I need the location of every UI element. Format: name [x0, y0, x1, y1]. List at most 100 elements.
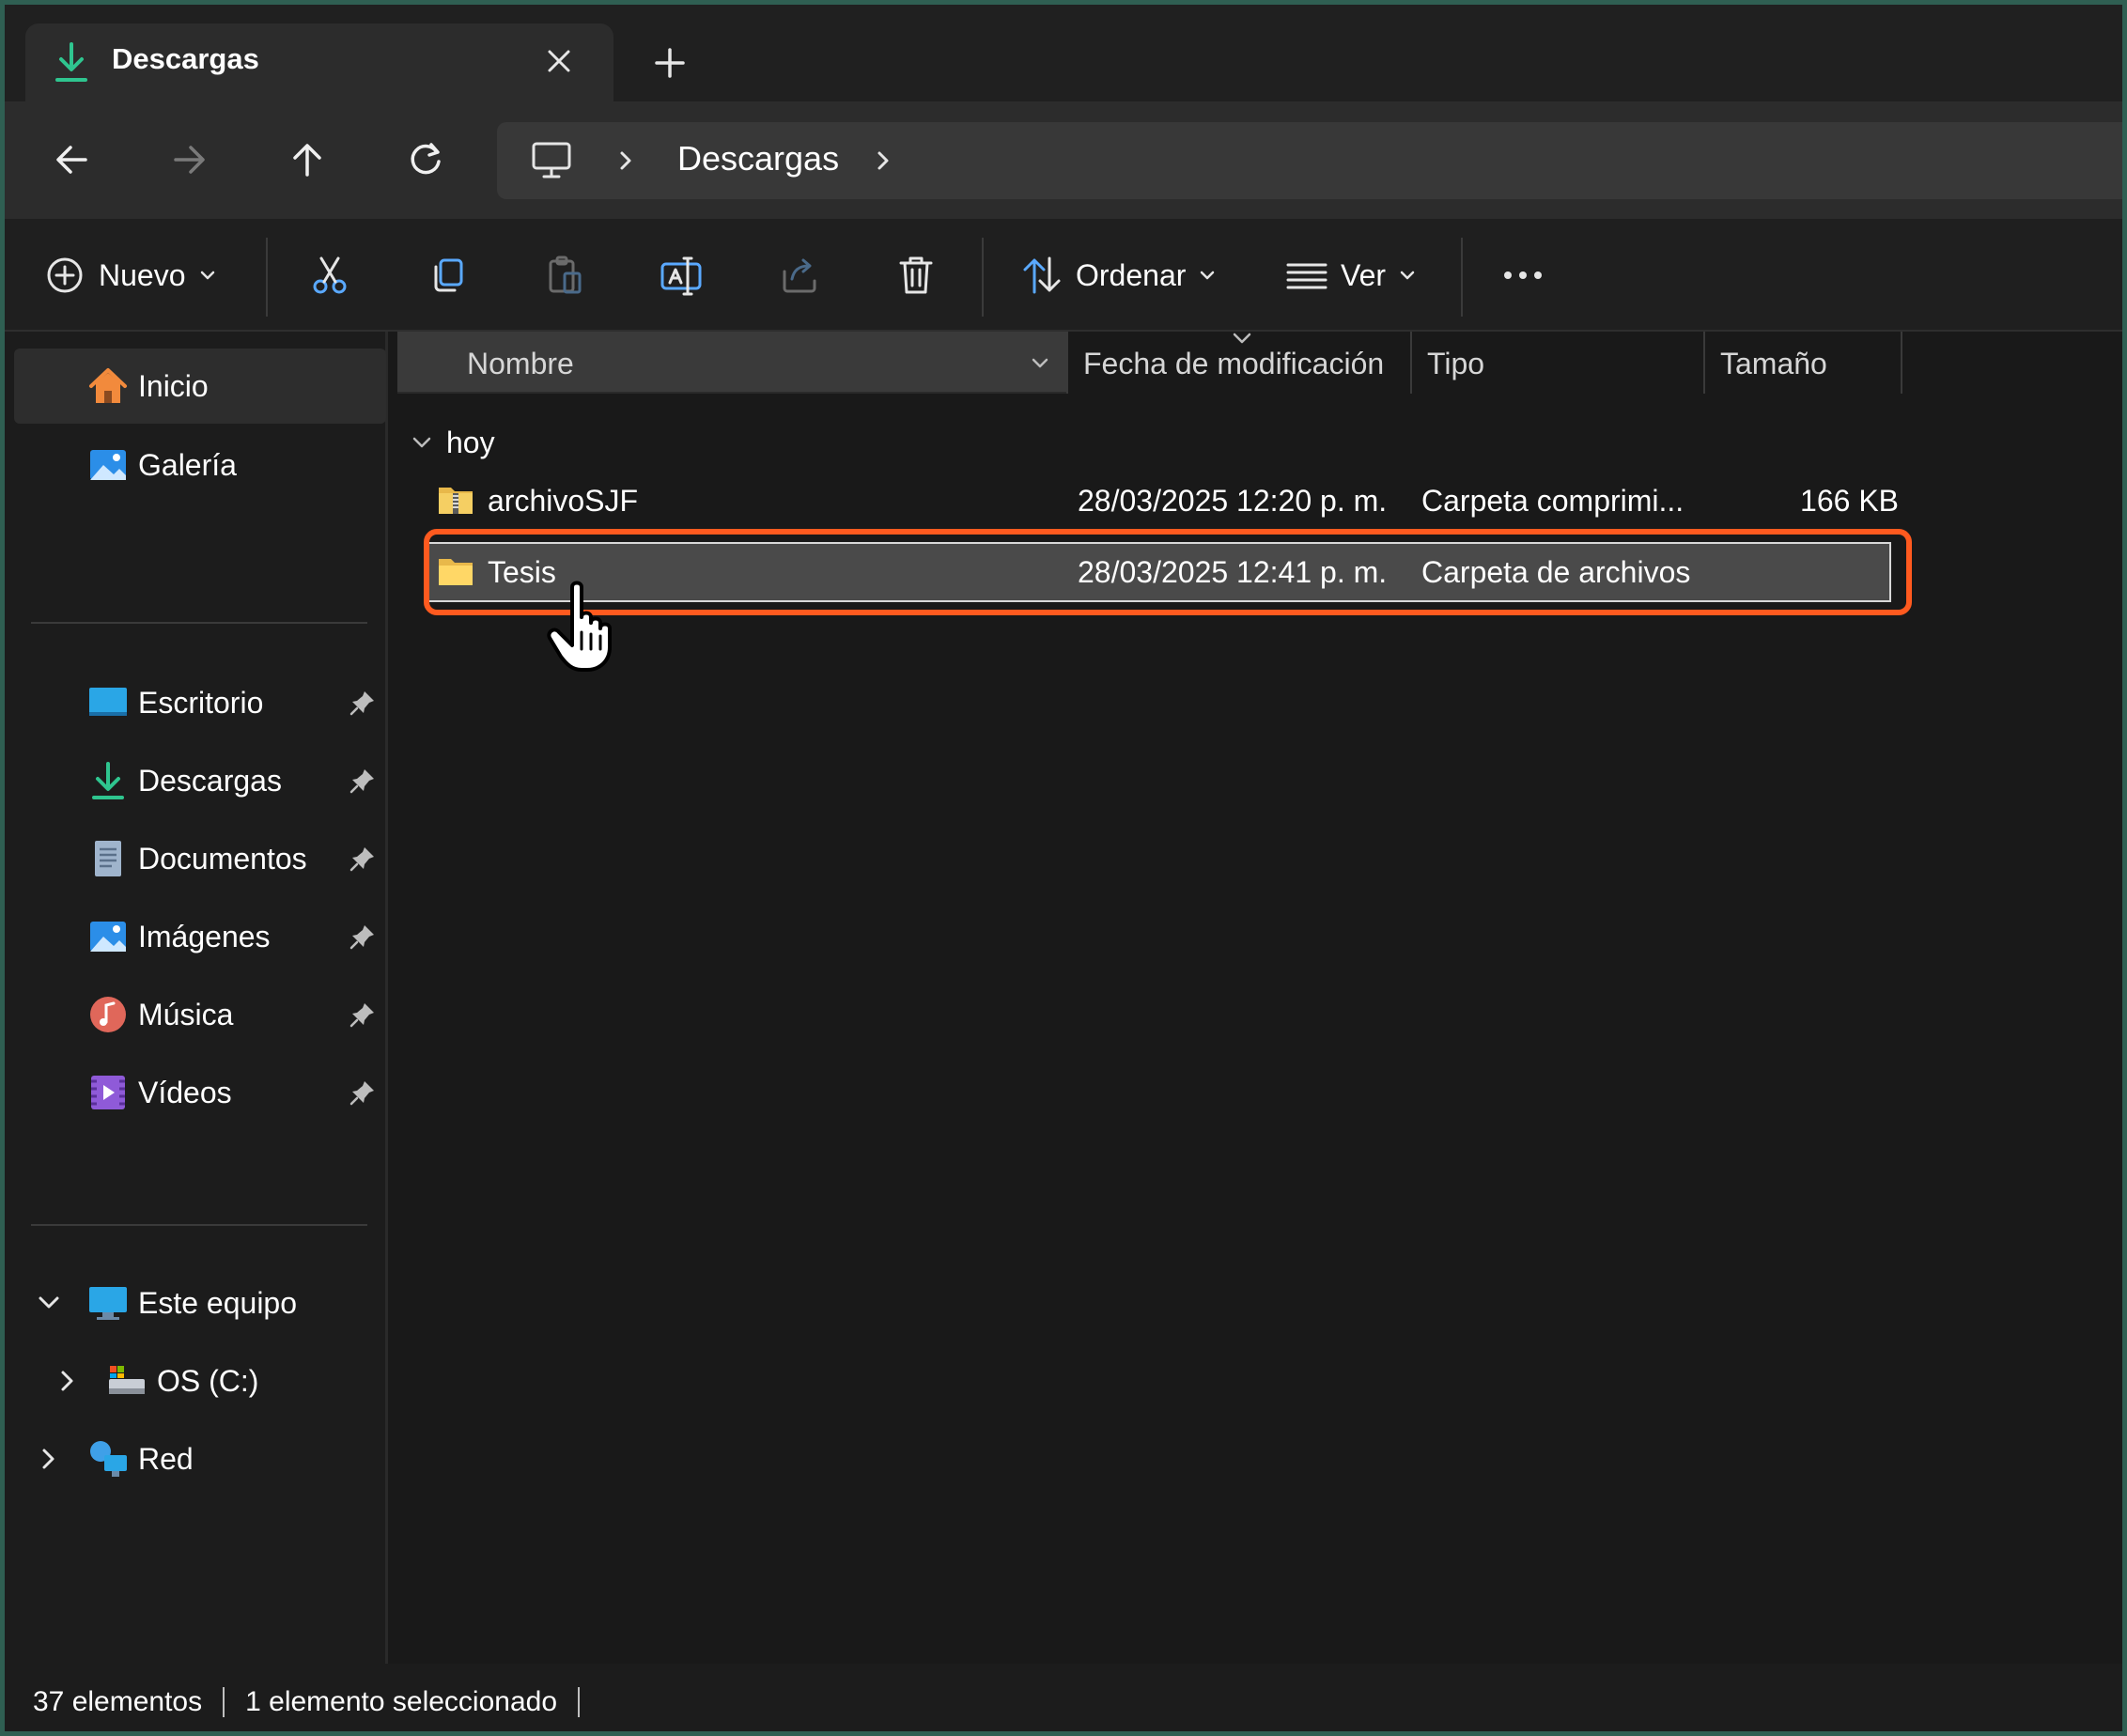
- command-bar: Nuevo Ordenar Ver: [5, 219, 2122, 332]
- arrow-right-icon[interactable]: [166, 137, 211, 182]
- view-button[interactable]: Ver: [1284, 253, 1418, 298]
- column-divider[interactable]: [1901, 332, 1902, 394]
- sidebar-item-descargas[interactable]: Descargas: [14, 743, 386, 818]
- sort-icon: [1023, 256, 1061, 294]
- documents-icon: [95, 841, 121, 876]
- videos-icon: [91, 1076, 125, 1109]
- rename-icon: [660, 256, 702, 296]
- refresh-icon[interactable]: [403, 137, 448, 182]
- sidebar-item-este-equipo[interactable]: Este equipo: [14, 1265, 386, 1341]
- chevron-right-icon[interactable]: [615, 148, 636, 173]
- column-name[interactable]: Nombre: [397, 332, 1066, 394]
- sidebar-item-label: Imágenes: [138, 919, 271, 953]
- sidebar-item-red[interactable]: Red: [14, 1421, 386, 1496]
- pin-icon[interactable]: [349, 1000, 377, 1029]
- arrow-left-icon[interactable]: [50, 137, 95, 182]
- chevron-right-icon[interactable]: [54, 1367, 82, 1395]
- tab-descargas[interactable]: Descargas: [25, 23, 613, 101]
- selection-highlight-annotation: [424, 529, 1912, 615]
- sidebar-item-inicio[interactable]: Inicio: [14, 349, 386, 424]
- chevron-right-icon[interactable]: [873, 148, 893, 173]
- more-icon: [1504, 271, 1542, 279]
- pin-icon[interactable]: [349, 922, 377, 951]
- toolbar-divider: [1461, 238, 1463, 317]
- home-icon: [89, 368, 127, 403]
- delete-icon: [899, 256, 933, 294]
- file-date: 28/03/2025 12:20 p. m.: [1078, 484, 1388, 518]
- chevron-down-icon[interactable]: [35, 1289, 63, 1317]
- arrow-up-icon[interactable]: [285, 137, 330, 182]
- column-name-label: Nombre: [467, 347, 574, 380]
- view-button-label: Ver: [1341, 257, 1387, 292]
- file-explorer-window: Descargas Descargas Nuevo Ordenar Ver In…: [0, 0, 2127, 1736]
- column-date[interactable]: Fecha de modificación: [1083, 347, 1384, 381]
- address-bar[interactable]: Descargas: [497, 122, 2122, 199]
- music-icon: [90, 997, 126, 1032]
- sidebar-item-label: Música: [138, 997, 234, 1031]
- column-divider[interactable]: [1410, 332, 1412, 394]
- file-name[interactable]: archivoSJF: [488, 484, 638, 519]
- share-icon: [783, 258, 816, 293]
- rename-button[interactable]: [659, 253, 704, 298]
- sort-caret-icon: [1233, 333, 1251, 344]
- computer-icon: [89, 1287, 127, 1320]
- copy-button[interactable]: [426, 253, 471, 298]
- plus-icon[interactable]: [651, 44, 689, 82]
- sidebar-divider: [31, 622, 367, 624]
- sidebar-item-os-c[interactable]: OS (C:): [14, 1343, 386, 1418]
- group-header-hoy[interactable]: hoy: [409, 422, 495, 463]
- pin-icon[interactable]: [349, 845, 377, 873]
- column-header: Nombre Fecha de modificación Tipo Tamaño: [397, 332, 1902, 394]
- file-row[interactable]: archivoSJF 28/03/2025 12:20 p. m. Carpet…: [426, 471, 1899, 531]
- sidebar-item-label: OS (C:): [157, 1363, 259, 1398]
- chevron-down-icon[interactable]: [1029, 352, 1051, 373]
- view-list-icon: [1286, 263, 1327, 289]
- sort-button[interactable]: Ordenar: [1019, 253, 1218, 298]
- sidebar-item-musica[interactable]: Música: [14, 977, 386, 1052]
- tab-title: Descargas: [112, 42, 259, 75]
- computer-outline-icon[interactable]: [531, 141, 572, 180]
- gallery-icon: [90, 450, 126, 480]
- toolbar-divider: [982, 238, 984, 317]
- chevron-down-icon[interactable]: [409, 429, 435, 456]
- pin-icon[interactable]: [349, 689, 377, 717]
- sidebar-item-label: Galería: [138, 447, 237, 482]
- cut-button[interactable]: [307, 253, 352, 298]
- pin-icon[interactable]: [349, 767, 377, 795]
- chevron-down-icon: [200, 271, 214, 280]
- column-divider[interactable]: [1703, 332, 1705, 394]
- item-count: 37 elementos: [33, 1686, 203, 1717]
- plus-circle-icon: [47, 257, 83, 293]
- sidebar-item-galeria[interactable]: Galería: [14, 427, 386, 503]
- delete-button[interactable]: [893, 253, 939, 298]
- toolbar-divider: [266, 238, 268, 317]
- download-icon: [55, 42, 87, 82]
- status-bar: 37 elementos 1 elemento seleccionado: [5, 1664, 2122, 1731]
- sidebar-item-label: Inicio: [138, 368, 209, 403]
- sidebar-item-label: Documentos: [138, 841, 307, 876]
- chevron-right-icon[interactable]: [35, 1445, 63, 1473]
- breadcrumb-descargas[interactable]: Descargas: [677, 139, 839, 178]
- sidebar-divider: [31, 1224, 367, 1226]
- paste-button[interactable]: [542, 253, 587, 298]
- pin-icon[interactable]: [349, 1078, 377, 1107]
- sidebar-item-escritorio[interactable]: Escritorio: [14, 665, 386, 740]
- new-button[interactable]: Nuevo: [42, 253, 218, 298]
- sidebar-item-label: Descargas: [138, 763, 282, 798]
- cut-icon: [313, 256, 347, 294]
- sidebar-item-imagenes[interactable]: Imágenes: [14, 899, 386, 974]
- sidebar-item-label: Vídeos: [138, 1075, 232, 1109]
- chevron-down-icon: [1201, 271, 1215, 280]
- sidebar-item-label: Este equipo: [138, 1285, 298, 1320]
- sidebar-item-videos[interactable]: Vídeos: [14, 1055, 386, 1130]
- column-size[interactable]: Tamaño: [1720, 347, 1827, 381]
- column-divider[interactable]: [1066, 332, 1068, 394]
- close-icon[interactable]: [542, 44, 576, 78]
- column-type[interactable]: Tipo: [1427, 347, 1484, 381]
- pictures-icon: [90, 922, 126, 952]
- sidebar-item-label: Red: [138, 1441, 194, 1476]
- more-options-button[interactable]: [1500, 253, 1545, 298]
- sidebar-item-documentos[interactable]: Documentos: [14, 821, 386, 896]
- share-button[interactable]: [777, 253, 822, 298]
- file-size: 166 KB: [1800, 484, 1899, 518]
